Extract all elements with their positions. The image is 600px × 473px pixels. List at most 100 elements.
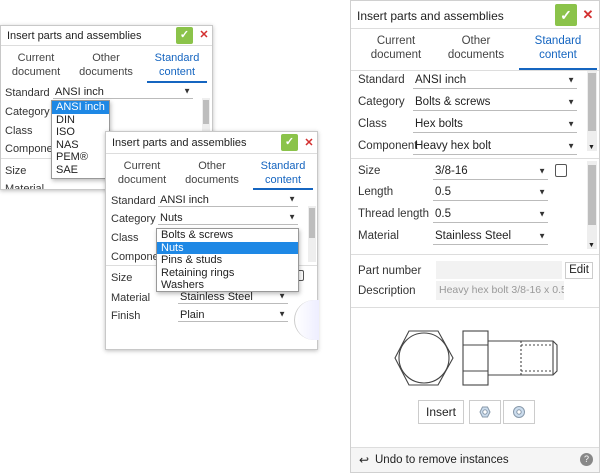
hex-bolt-preview-image (394, 330, 558, 386)
size-label: Size (358, 165, 381, 177)
insert-nut-option-icon[interactable] (469, 400, 501, 424)
standard-option[interactable]: ISO (52, 126, 109, 139)
category-options-list: Bolts & screws Nuts Pins & studs Retaini… (156, 228, 299, 292)
insert-button[interactable]: Insert (418, 400, 464, 424)
tab-current-document[interactable]: Current document (361, 34, 431, 63)
scrollbar[interactable] (308, 206, 316, 262)
class-dropdown[interactable]: Hex bolts ▼ (413, 115, 577, 133)
chevron-down-icon: ▼ (288, 212, 296, 222)
category-option[interactable]: Washers (157, 279, 298, 292)
checkmark-icon[interactable]: ✓ (555, 4, 577, 26)
help-icon[interactable]: ? (580, 453, 593, 466)
class-label: Class (358, 118, 387, 130)
standard-option[interactable]: SAE (52, 164, 109, 177)
dialog-header: Insert parts and assemblies ✓ ✕ (106, 132, 317, 154)
close-icon[interactable]: ✕ (197, 28, 211, 41)
tab-current-document[interactable]: Current document (113, 160, 171, 188)
chevron-down-icon: ▼ (567, 141, 575, 150)
category-option[interactable]: Pins & studs (157, 254, 298, 267)
checkmark-icon[interactable]: ✓ (281, 134, 298, 151)
preview-edge (294, 300, 319, 340)
description-field[interactable]: Heavy hex bolt 3/8-16 x 0.5 S (436, 281, 564, 300)
chevron-down-icon: ▼ (567, 119, 575, 128)
checkmark-icon[interactable]: ✓ (176, 27, 193, 44)
dialog-title: Insert parts and assemblies (357, 9, 504, 23)
material-label-cut: Material (5, 183, 45, 189)
standard-option[interactable]: ANSI inch (52, 101, 109, 114)
standard-dropdown[interactable]: ANSI inch ▼ (413, 71, 577, 89)
chevron-down-icon: ▼ (538, 209, 546, 218)
chevron-down-icon: ▼ (183, 86, 191, 96)
size-label: Size (5, 165, 27, 177)
chevron-down-icon: ▼ (538, 231, 546, 240)
insert-washer-option-icon[interactable] (503, 400, 535, 424)
category-label: Category (111, 213, 156, 225)
thread-length-label: Thread length (358, 208, 429, 220)
category-dropdown[interactable]: Nuts ▼ (158, 210, 298, 225)
class-label: Class (5, 125, 33, 137)
close-icon[interactable]: ✕ (580, 7, 596, 23)
chevron-down-icon: ▼ (567, 75, 575, 84)
scrollbar[interactable]: ▼ (587, 161, 597, 249)
undo-bar[interactable]: ↩ Undo to remove instances ? (351, 447, 599, 472)
standard-label: Standard (5, 87, 50, 99)
chevron-down-icon: ▼ (538, 187, 546, 196)
insert-dialog-hex-bolt: Insert parts and assemblies ✓ ✕ Current d… (350, 0, 600, 473)
standard-option[interactable]: DIN (52, 114, 109, 127)
standard-dropdown[interactable]: ANSI inch ▼ (158, 192, 298, 207)
size-label: Size (111, 272, 133, 284)
material-dropdown[interactable]: Stainless Steel ▼ (433, 227, 548, 245)
dialog-header: Insert parts and assemblies ✓ ✕ (1, 26, 212, 46)
chevron-down-icon: ▼ (567, 97, 575, 106)
tab-standard-content[interactable]: Standard content (519, 34, 597, 70)
chevron-down-icon: ▼ (278, 291, 286, 301)
undo-icon: ↩ (359, 453, 370, 467)
tab-standard-content[interactable]: Standard content (253, 160, 313, 190)
length-dropdown[interactable]: 0.5 ▼ (433, 183, 548, 201)
finish-label: Finish (111, 310, 141, 322)
standard-label: Standard (358, 74, 405, 86)
category-label: Category (5, 106, 50, 118)
tab-current-document[interactable]: Current document (7, 52, 65, 80)
edit-button[interactable]: Edit (565, 262, 593, 279)
finish-dropdown[interactable]: Plain ▼ (178, 307, 288, 322)
undo-label: Undo to remove instances (375, 454, 509, 466)
part-number-label: Part number (358, 265, 422, 277)
material-label: Material (358, 230, 399, 242)
dialog-title: Insert parts and assemblies (7, 30, 142, 42)
chevron-down-icon: ▼ (538, 166, 546, 175)
tab-other-documents[interactable]: Other documents (77, 52, 135, 80)
material-label: Material (111, 292, 151, 304)
standard-label: Standard (111, 195, 156, 207)
scroll-down-icon[interactable]: ▼ (588, 144, 595, 151)
standard-option[interactable]: PEM® (52, 151, 109, 164)
class-label: Class (111, 232, 139, 244)
category-label: Category (358, 96, 405, 108)
size-preset-icon[interactable] (555, 164, 567, 177)
standard-dropdown[interactable]: ANSI inch ▼ (53, 84, 193, 99)
scrollbar[interactable]: ▼ (587, 71, 597, 151)
dialog-header: Insert parts and assemblies ✓ ✕ (351, 1, 599, 29)
component-dropdown[interactable]: Heavy hex bolt ▼ (413, 137, 577, 155)
category-dropdown[interactable]: Bolts & screws ▼ (413, 93, 577, 111)
size-dropdown[interactable]: 3/8-16 ▼ (433, 162, 548, 180)
tab-standard-content[interactable]: Standard content (147, 52, 207, 83)
category-option[interactable]: Retaining rings (157, 267, 298, 280)
category-option[interactable]: Nuts (157, 241, 298, 254)
standard-options-list: ANSI inch DIN ISO NAS PEM® SAE (51, 100, 110, 179)
tab-other-documents[interactable]: Other documents (183, 160, 241, 188)
component-label: Component (358, 140, 418, 152)
standard-option[interactable]: NAS (52, 139, 109, 152)
part-number-field[interactable] (436, 261, 562, 279)
tab-other-documents[interactable]: Other documents (441, 34, 511, 63)
chevron-down-icon: ▼ (288, 194, 296, 204)
category-option[interactable]: Bolts & screws (157, 229, 298, 242)
description-label: Description (358, 285, 416, 297)
scroll-down-icon[interactable]: ▼ (588, 242, 595, 249)
dialog-title: Insert parts and assemblies (112, 137, 247, 149)
chevron-down-icon: ▼ (278, 309, 286, 319)
length-label: Length (358, 186, 394, 198)
close-icon[interactable]: ✕ (302, 136, 316, 149)
thread-length-dropdown[interactable]: 0.5 ▼ (433, 205, 548, 223)
insert-dialog-nuts: Insert parts and assemblies ✓ ✕ Current d… (105, 131, 319, 350)
